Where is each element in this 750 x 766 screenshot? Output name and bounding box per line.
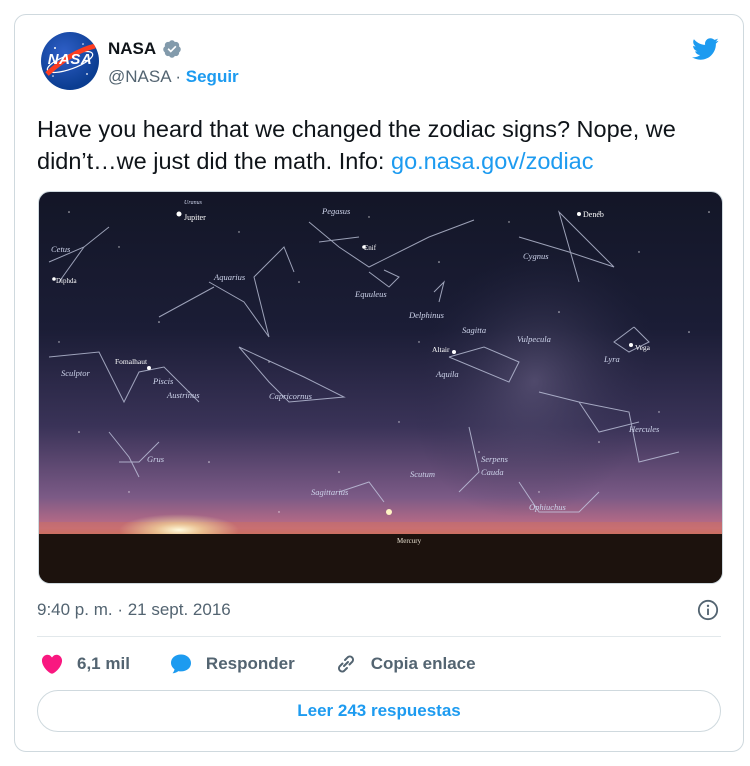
label-vega: Vega [635, 343, 651, 352]
verified-badge-icon [163, 40, 181, 58]
label-piscis: Piscis [152, 376, 174, 386]
heart-icon [41, 654, 63, 674]
label-austrinus: Austrinus [166, 390, 200, 400]
label-cygnus: Cygnus [523, 251, 549, 261]
label-pegasus: Pegasus [321, 206, 351, 216]
divider [37, 636, 721, 637]
reply-button[interactable]: Responder [168, 652, 295, 676]
avatar-logo-text: NASA [47, 51, 93, 68]
label-grus: Grus [147, 454, 165, 464]
link-icon [337, 655, 354, 673]
reply-label: Responder [205, 654, 295, 673]
follow-button[interactable]: Seguir [186, 67, 239, 86]
label-vulpecula: Vulpecula [517, 334, 551, 344]
like-button[interactable]: 6,1 mil [39, 652, 130, 676]
copy-link-label: Copia enlace [370, 654, 476, 673]
label-cetus: Cetus [51, 244, 71, 254]
label-aquarius: Aquarius [213, 272, 246, 282]
label-ophiuchus: Ophiuchus [529, 502, 567, 512]
twitter-bird-icon[interactable] [689, 35, 721, 63]
label-lyra: Lyra [603, 354, 620, 364]
tweet-text: Have you heard that we changed the zodia… [37, 113, 727, 177]
label-delphinus: Delphinus [408, 310, 445, 320]
tweet-timestamp[interactable]: 9:40 p. m. · 21 sept. 2016 [37, 600, 231, 620]
label-cauda: Cauda [481, 467, 504, 477]
label-aquila: Aquila [435, 369, 459, 379]
label-diphda: Diphda [56, 277, 78, 285]
label-deneb: Deneb [583, 210, 604, 219]
likes-count: 6,1 mil [77, 654, 130, 673]
label-serpens: Serpens [481, 454, 509, 464]
label-sculptor: Sculptor [61, 368, 90, 378]
label-uranus: Uranus [184, 200, 203, 206]
label-sagittarius: Sagittarius [311, 487, 349, 497]
reply-bubble-icon [170, 654, 191, 674]
copy-link-button[interactable]: Copia enlace [333, 652, 476, 676]
author-name[interactable]: NASA [108, 39, 156, 59]
avatar[interactable]: NASA [41, 32, 99, 90]
label-enif: Enif [364, 244, 377, 252]
label-scutum: Scutum [410, 469, 435, 479]
tweet-card: NASA NASA @NASA · Seguir Have you heard … [14, 14, 744, 752]
label-jupiter: Jupiter [184, 213, 206, 222]
author-handle[interactable]: @NASA [108, 67, 171, 86]
label-mercury: Mercury [397, 537, 422, 545]
tweet-image[interactable]: Uranus Jupiter Pegasus Deneb Cetus Diphd… [38, 191, 723, 584]
label-capricornus: Capricornus [269, 391, 313, 401]
read-replies-button[interactable]: Leer 243 respuestas [37, 690, 721, 732]
tweet-link[interactable]: go.nasa.gov/zodiac [391, 148, 594, 174]
label-hercules: Hercules [628, 424, 660, 434]
label-fomalhaut: Fomalhaut [115, 357, 148, 366]
label-equuleus: Equuleus [354, 289, 387, 299]
label-altair: Altair [432, 345, 450, 354]
label-sagitta: Sagitta [462, 325, 486, 335]
action-bar: 6,1 mil Responder Copia enlace [39, 652, 514, 676]
info-icon[interactable] [697, 599, 719, 621]
handle-separator: · [175, 67, 182, 86]
